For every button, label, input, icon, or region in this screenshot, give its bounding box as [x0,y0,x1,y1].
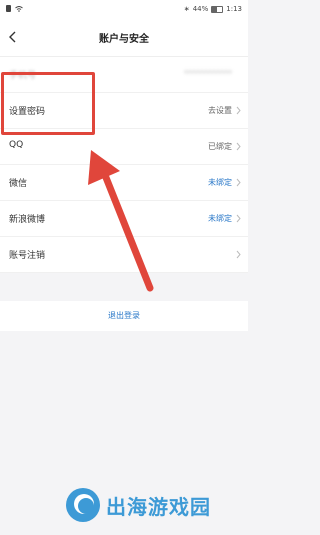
battery-icon [211,5,224,13]
watermark-text: 出海游戏园 [106,494,211,519]
watermark-logo-icon [66,488,100,522]
highlight-box [1,72,95,135]
logout-label: 退出登录 [108,311,140,320]
row-cancel-account[interactable]: 账号注销 [0,237,248,273]
battery-percent: 44% [192,5,209,13]
row-value: ************ [184,69,232,78]
row-label: QQ [9,140,24,150]
clock: 1:13 [226,5,242,13]
chevron-right-icon [236,214,241,223]
page-title: 账户与安全 [99,34,149,45]
chevron-right-icon [236,142,241,151]
row-label: 微信 [9,179,28,189]
nav-bar: 账户与安全 [0,20,248,57]
watermark-logo: 出海游戏园 [66,488,211,522]
wifi-icon [15,5,23,12]
status-bar: ∗ 44% 1:13 [0,0,248,20]
logout-button[interactable]: 退出登录 [0,301,248,331]
chevron-right-icon [236,178,241,187]
bluetooth-icon: ∗ [183,5,190,13]
sim-card-icon [6,5,11,12]
row-wechat[interactable]: 微信 未绑定 [0,165,248,201]
chevron-right-icon [236,106,241,115]
account-security-screen: ∗ 44% 1:13 账户与安全 手机号 ************ 设置密码 去… [0,0,248,535]
row-weibo[interactable]: 新浪微博 未绑定 [0,201,248,237]
row-label: 新浪微博 [9,215,46,225]
row-value: 未绑定 [208,178,232,187]
row-value: 已绑定 [208,142,232,151]
row-label: 账号注销 [9,251,46,261]
row-value: 去设置 [208,106,232,115]
chevron-right-icon [236,250,241,259]
row-value: 未绑定 [208,214,232,223]
